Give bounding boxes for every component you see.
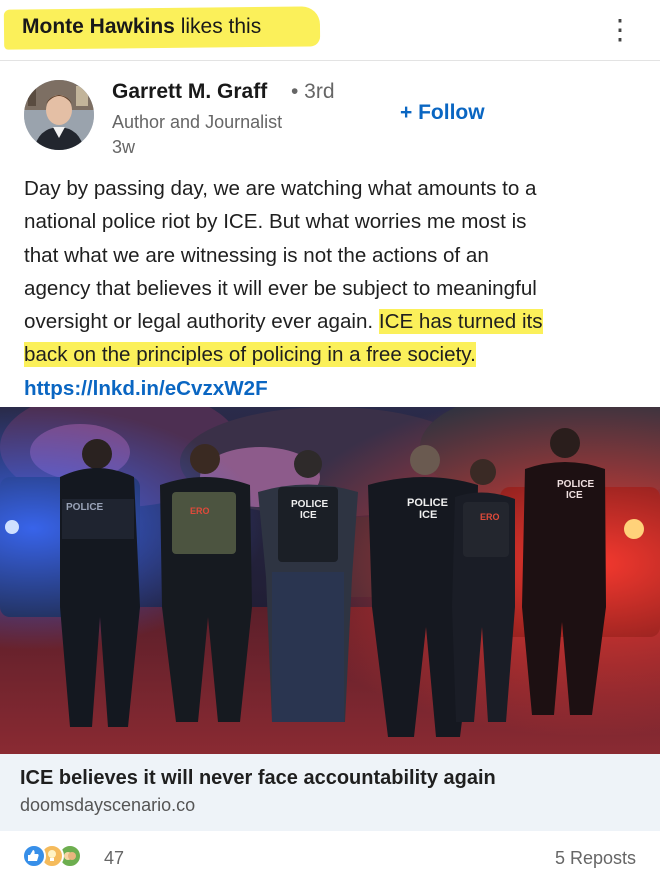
social-context-text: Monte Hawkins likes this bbox=[22, 15, 261, 39]
author-headline: Author and Journalist bbox=[112, 112, 283, 132]
social-context-bar: Monte Hawkins likes this ⋮ bbox=[0, 0, 660, 58]
more-options-icon[interactable]: ⋮ bbox=[606, 10, 634, 50]
article-source: doomsdayscenario.co bbox=[20, 795, 196, 815]
vest-label-police: POLICE bbox=[557, 479, 595, 490]
social-actor-name[interactable]: Monte Hawkins bbox=[22, 15, 175, 38]
vest-label-ice: ICE bbox=[300, 510, 317, 521]
divider bbox=[0, 60, 660, 61]
article-image[interactable]: POLICE ERO POLICE ICE POLICE ICE ERO POL… bbox=[0, 407, 660, 754]
author-name[interactable]: Garrett M. Graff bbox=[112, 80, 267, 104]
reposts-count[interactable]: 5 Reposts bbox=[555, 848, 636, 869]
post-age: 3w bbox=[112, 137, 136, 157]
vest-label-police: POLICE bbox=[66, 502, 104, 513]
vest-label-ice: ICE bbox=[419, 509, 437, 521]
article-title[interactable]: ICE believes it will never face accounta… bbox=[20, 767, 496, 790]
post-line: that what we are witnessing is not the a… bbox=[24, 243, 489, 267]
vest-label-ero: ERO bbox=[190, 506, 210, 516]
post-line: oversight or legal authority ever again.… bbox=[24, 305, 644, 338]
post-text-plain: oversight or legal authority ever again. bbox=[24, 310, 379, 334]
post-line: national police riot by ICE. But what wo… bbox=[24, 210, 527, 234]
article-card[interactable] bbox=[0, 754, 660, 831]
connection-degree: • 3rd bbox=[291, 80, 335, 103]
highlighted-text: ICE has turned its bbox=[378, 309, 543, 335]
post-line: back on the principles of policing in a … bbox=[24, 338, 644, 371]
highlighted-text: back on the principles of policing in a … bbox=[24, 342, 476, 368]
post-line: Day by passing day, we are watching what… bbox=[24, 177, 537, 200]
vest-label-ice: ICE bbox=[566, 490, 583, 501]
social-action: likes this bbox=[180, 15, 262, 38]
post-body: Day by passing day, we are watching what… bbox=[24, 172, 644, 405]
post-line: agency that believes it will ever be sub… bbox=[24, 276, 537, 300]
officers-photo: POLICE ERO POLICE ICE POLICE ICE ERO POL… bbox=[0, 407, 660, 754]
vest-label-police: POLICE bbox=[291, 499, 329, 510]
vest-label-ero: ERO bbox=[480, 512, 500, 522]
vest-label-police: POLICE bbox=[407, 497, 448, 509]
reaction-count[interactable]: 47 bbox=[104, 848, 124, 869]
post-link[interactable]: https://lnkd.in/eCvzxW2F bbox=[24, 372, 644, 405]
author-photo bbox=[24, 80, 94, 150]
avatar[interactable] bbox=[24, 80, 94, 150]
follow-button[interactable]: + Follow bbox=[400, 101, 485, 125]
like-icon bbox=[22, 844, 46, 868]
